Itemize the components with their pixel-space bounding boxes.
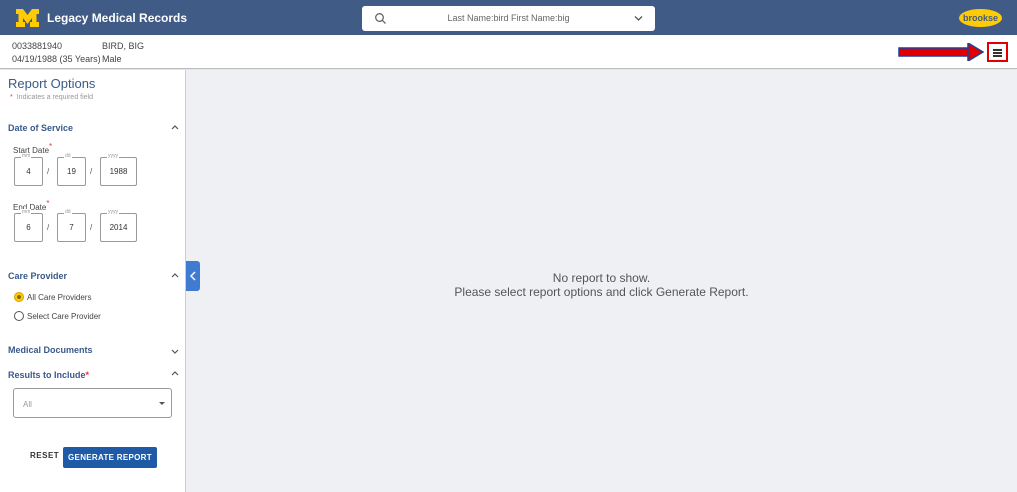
start-month-input[interactable]: mm 4: [14, 153, 43, 186]
collapse-panel-button[interactable]: [186, 261, 200, 291]
chevron-down-icon[interactable]: [634, 15, 643, 22]
empty-report-message: No report to show. Please select report …: [186, 271, 1017, 299]
year-placeholder: yyyy: [107, 209, 119, 215]
medical-documents-header[interactable]: Medical Documents: [8, 345, 93, 355]
end-day-value: 7: [69, 223, 74, 232]
required-star: *: [46, 199, 50, 208]
end-month-input[interactable]: mm 6: [14, 209, 43, 242]
year-placeholder: yyyy: [107, 153, 119, 159]
date-separator: /: [47, 223, 50, 232]
start-year-input[interactable]: yyyy 1988: [100, 153, 137, 186]
app-title: Legacy Medical Records: [47, 11, 188, 25]
chevron-up-icon[interactable]: [171, 370, 179, 376]
required-star: *: [85, 370, 90, 380]
end-year-input[interactable]: yyyy 2014: [100, 209, 137, 242]
end-month-value: 6: [26, 223, 31, 232]
patient-dob: 04/19/1988 (35 Years): [12, 54, 101, 64]
date-separator: /: [90, 223, 93, 232]
date-of-service-header[interactable]: Date of Service: [8, 123, 73, 133]
radio-select-care-provider-label[interactable]: Select Care Provider: [27, 312, 101, 321]
date-separator: /: [90, 167, 93, 176]
hamburger-menu-line: [993, 55, 1002, 57]
results-to-include-select[interactable]: All: [13, 388, 172, 418]
results-select-value: All: [23, 400, 32, 409]
results-to-include-header[interactable]: Results to Include*: [8, 370, 89, 380]
chevron-down-icon[interactable]: [171, 349, 179, 355]
start-year-value: 1988: [109, 167, 128, 176]
patient-name: BIRD, BIG: [102, 41, 145, 51]
month-placeholder: mm: [21, 209, 32, 215]
start-day-value: 19: [67, 167, 76, 176]
caret-down-icon: [159, 402, 165, 405]
university-logo: [16, 9, 39, 27]
empty-line-2: Please select report options and click G…: [454, 285, 749, 299]
end-year-value: 2014: [109, 223, 128, 232]
day-placeholder: dd: [64, 209, 72, 215]
search-query-text: Last Name:bird First Name:big: [447, 13, 570, 23]
hamburger-menu-line: [993, 52, 1002, 54]
report-options-title: Report Options: [8, 76, 96, 91]
start-day-input[interactable]: dd 19: [57, 153, 86, 186]
generate-report-button[interactable]: GENERATE REPORT: [63, 447, 157, 468]
radio-all-care-providers-label[interactable]: All Care Providers: [27, 293, 91, 302]
patient-banner: 0033881940 BIRD, BIG 04/19/1988 (35 Year…: [0, 35, 1017, 69]
user-badge[interactable]: brookse: [959, 9, 1002, 27]
day-placeholder: dd: [64, 153, 72, 159]
required-star: *: [10, 94, 13, 101]
patient-sex: Male: [102, 54, 122, 64]
hamburger-menu-button[interactable]: [987, 42, 1008, 62]
date-separator: /: [47, 167, 50, 176]
hamburger-menu-icon: [993, 49, 1002, 51]
report-options-panel: Report Options * Indicates a required fie…: [0, 70, 186, 492]
empty-line-1: No report to show.: [552, 271, 651, 285]
top-header: Legacy Medical Records Last Name:bird Fi…: [0, 0, 1017, 35]
patient-search-box[interactable]: Last Name:bird First Name:big: [362, 6, 655, 31]
annotation-arrow-icon: [898, 43, 984, 61]
required-field-note: * Indicates a required field: [10, 94, 93, 101]
patient-mrn: 0033881940: [12, 41, 63, 51]
radio-select-care-provider[interactable]: [14, 311, 24, 321]
end-day-input[interactable]: dd 7: [57, 209, 86, 242]
care-provider-header[interactable]: Care Provider: [8, 271, 67, 281]
start-date-label: Start Date*: [13, 142, 52, 155]
radio-all-care-providers[interactable]: [14, 292, 24, 302]
chevron-left-icon: [189, 271, 196, 281]
chevron-up-icon[interactable]: [171, 272, 179, 278]
required-star: *: [49, 142, 53, 151]
reset-button[interactable]: RESET: [30, 451, 59, 460]
month-placeholder: mm: [21, 153, 32, 159]
start-month-value: 4: [26, 167, 31, 176]
results-to-include-text: Results to Include: [8, 370, 86, 380]
chevron-up-icon[interactable]: [171, 124, 179, 130]
required-note-text: Indicates a required field: [16, 94, 94, 101]
